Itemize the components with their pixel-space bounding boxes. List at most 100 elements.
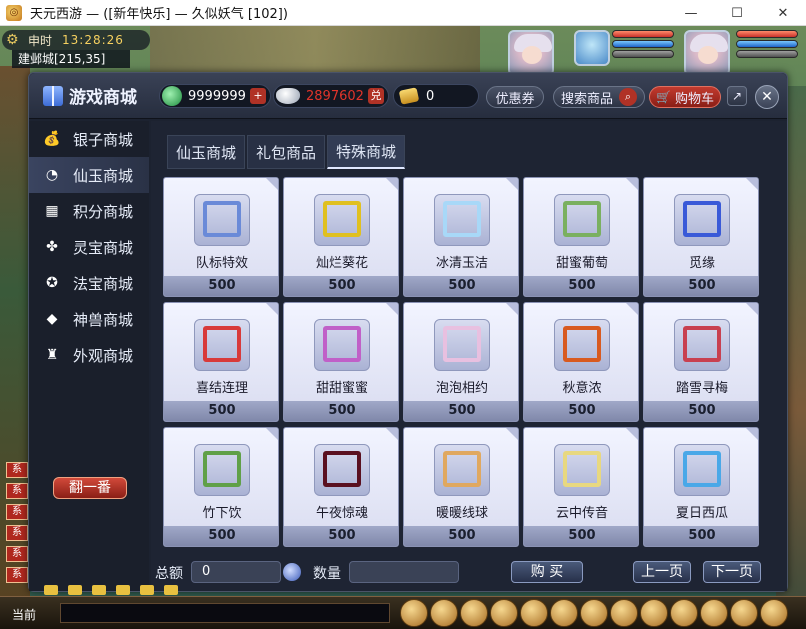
chat-channel-label[interactable]: 当前 <box>12 606 36 623</box>
equipment-icon[interactable] <box>460 599 488 627</box>
gear-icon[interactable]: ⚙ <box>6 32 22 48</box>
item-price: 500 <box>524 526 638 546</box>
sidebar-item[interactable]: 💰 银子商城 <box>29 121 149 157</box>
item-card[interactable]: 喜结连理 500 <box>163 302 279 422</box>
item-card[interactable]: 午夜惊魂 500 <box>283 427 399 547</box>
arrow-icon[interactable] <box>116 585 130 595</box>
arrow-icon[interactable] <box>140 585 154 595</box>
item-price: 500 <box>644 276 758 296</box>
teammate-status-bars <box>612 30 674 60</box>
chat-input[interactable] <box>60 603 390 623</box>
item-card[interactable]: 觅缘 500 <box>643 177 759 297</box>
system-icon[interactable] <box>760 599 788 627</box>
pet-portrait[interactable] <box>508 30 554 76</box>
avatar-frame-thumbnail <box>434 194 490 246</box>
time-display[interactable]: ⚙ 申时 13:28:26 <box>2 30 150 50</box>
flip-button[interactable]: 翻一番 <box>53 477 127 499</box>
sidebar-item[interactable]: ◔ 仙玉商城 <box>29 157 149 193</box>
scene-building <box>150 26 480 76</box>
add-jade-button[interactable]: + <box>250 88 266 104</box>
item-card[interactable]: 夏日西瓜 500 <box>643 427 759 547</box>
gang-icon[interactable] <box>610 599 638 627</box>
frame-preview <box>323 201 361 237</box>
sidebar-item[interactable]: ✤ 灵宝商城 <box>29 229 149 265</box>
item-card[interactable]: 泡泡相约 500 <box>403 302 519 422</box>
item-name: 踏雪寻梅 <box>675 381 728 396</box>
next-page-button[interactable]: 下一页 <box>703 561 761 583</box>
arrow-icon[interactable] <box>68 585 82 595</box>
sidebar-item[interactable]: ♜ 外观商城 <box>29 337 149 373</box>
magic-treasure-icon: ✪ <box>46 275 58 291</box>
avatar-frame-thumbnail <box>314 444 370 496</box>
item-card[interactable]: 云中传音 500 <box>523 427 639 547</box>
jade-icon: ◔ <box>45 167 59 183</box>
item-grid: 队标特效 500 灿烂葵花 500 冰清玉洁 500 甜蜜葡萄 500 觅缘 500 喜结连理 500… <box>163 177 763 547</box>
sidebar-item[interactable]: ▦ 积分商城 <box>29 193 149 229</box>
avatar-frame-thumbnail <box>554 319 610 371</box>
shop-icon[interactable] <box>550 599 578 627</box>
search-goods-label: 搜索商品 <box>560 91 613 107</box>
shop-tab[interactable]: 仙玉商城 <box>167 135 246 169</box>
guide-icon[interactable] <box>670 599 698 627</box>
bag-icon[interactable] <box>430 599 458 627</box>
map-location[interactable]: 建邺城[215,35] <box>12 50 130 68</box>
system-chat-tag: 系 <box>6 504 28 520</box>
skill-icon[interactable] <box>490 599 518 627</box>
jade-icon <box>162 86 182 106</box>
activity-icon[interactable] <box>700 599 728 627</box>
coupon-button[interactable]: 优惠券 <box>486 86 544 108</box>
item-card[interactable]: 竹下饮 500 <box>163 427 279 547</box>
total-label: 总额 <box>155 566 183 582</box>
item-card[interactable]: 秋意浓 500 <box>523 302 639 422</box>
avatar-frame-thumbnail <box>434 319 490 371</box>
friend-icon[interactable] <box>640 599 668 627</box>
item-name: 秋意浓 <box>562 381 602 396</box>
item-card[interactable]: 冰清玉洁 500 <box>403 177 519 297</box>
shop-header: 游戏商城 9999999 + 2897602 兑 0 优惠券 搜索商品 ⌕ 🛒 … <box>29 73 787 119</box>
silver-ingot-icon <box>276 88 300 104</box>
buy-button[interactable]: 购 买 <box>511 561 583 583</box>
share-button[interactable]: ↗ <box>727 86 747 106</box>
close-shop-button[interactable]: ✕ <box>755 85 779 109</box>
item-card[interactable]: 灿烂葵花 500 <box>283 177 399 297</box>
maximize-button[interactable]: ☐ <box>714 0 760 26</box>
item-card[interactable]: 暖暖线球 500 <box>403 427 519 547</box>
sidebar-item[interactable]: ✪ 法宝商城 <box>29 265 149 301</box>
shop-tab[interactable]: 礼包商品 <box>247 135 326 169</box>
shop-tab[interactable]: 特殊商城 <box>327 135 406 169</box>
item-price: 500 <box>644 401 758 421</box>
prev-page-button[interactable]: 上一页 <box>633 561 691 583</box>
quest-icon[interactable] <box>580 599 608 627</box>
shop-sidebar: 💰 银子商城 ◔ 仙玉商城 ▦ 积分商城 ✤ 灵宝商城 ✪ 法宝商城 ◆ 神兽商城 ♜ 外观商城 翻一番 <box>29 121 149 591</box>
emote-icon[interactable] <box>730 599 758 627</box>
arrow-icon[interactable] <box>92 585 106 595</box>
item-card[interactable]: 甜蜜葡萄 500 <box>523 177 639 297</box>
function-icons <box>400 599 790 627</box>
beast-icon: ◆ <box>46 311 58 327</box>
cart-button[interactable]: 🛒 购物车 <box>649 86 721 108</box>
close-window-button[interactable]: ✕ <box>760 0 806 26</box>
system-chat-tag: 系 <box>6 483 28 499</box>
player-portrait[interactable] <box>684 30 730 76</box>
minimize-button[interactable]: — <box>668 0 714 26</box>
exchange-silver-button[interactable]: 兑 <box>368 88 384 104</box>
team-icon[interactable] <box>520 599 548 627</box>
pet-icon[interactable] <box>400 599 428 627</box>
frame-preview <box>443 451 481 487</box>
item-card[interactable]: 踏雪寻梅 500 <box>643 302 759 422</box>
chat-system-tags: 系系系系系系 <box>6 462 28 588</box>
sidebar-item-label: 仙玉商城 <box>73 166 134 185</box>
clock-label: 13:28:26 <box>62 33 124 47</box>
teammate-portrait[interactable] <box>574 30 610 66</box>
item-card[interactable]: 队标特效 500 <box>163 177 279 297</box>
item-card[interactable]: 甜甜蜜蜜 500 <box>283 302 399 422</box>
cart-icon: 🛒 <box>656 90 671 104</box>
quantity-input[interactable] <box>349 561 459 583</box>
arrow-icon[interactable] <box>44 585 58 595</box>
avatar-frame-thumbnail <box>554 194 610 246</box>
arrow-icon[interactable] <box>164 585 178 595</box>
frame-preview <box>443 201 481 237</box>
quick-action-icons <box>44 585 188 595</box>
sidebar-item[interactable]: ◆ 神兽商城 <box>29 301 149 337</box>
search-goods-button[interactable]: 搜索商品 ⌕ <box>553 86 645 108</box>
